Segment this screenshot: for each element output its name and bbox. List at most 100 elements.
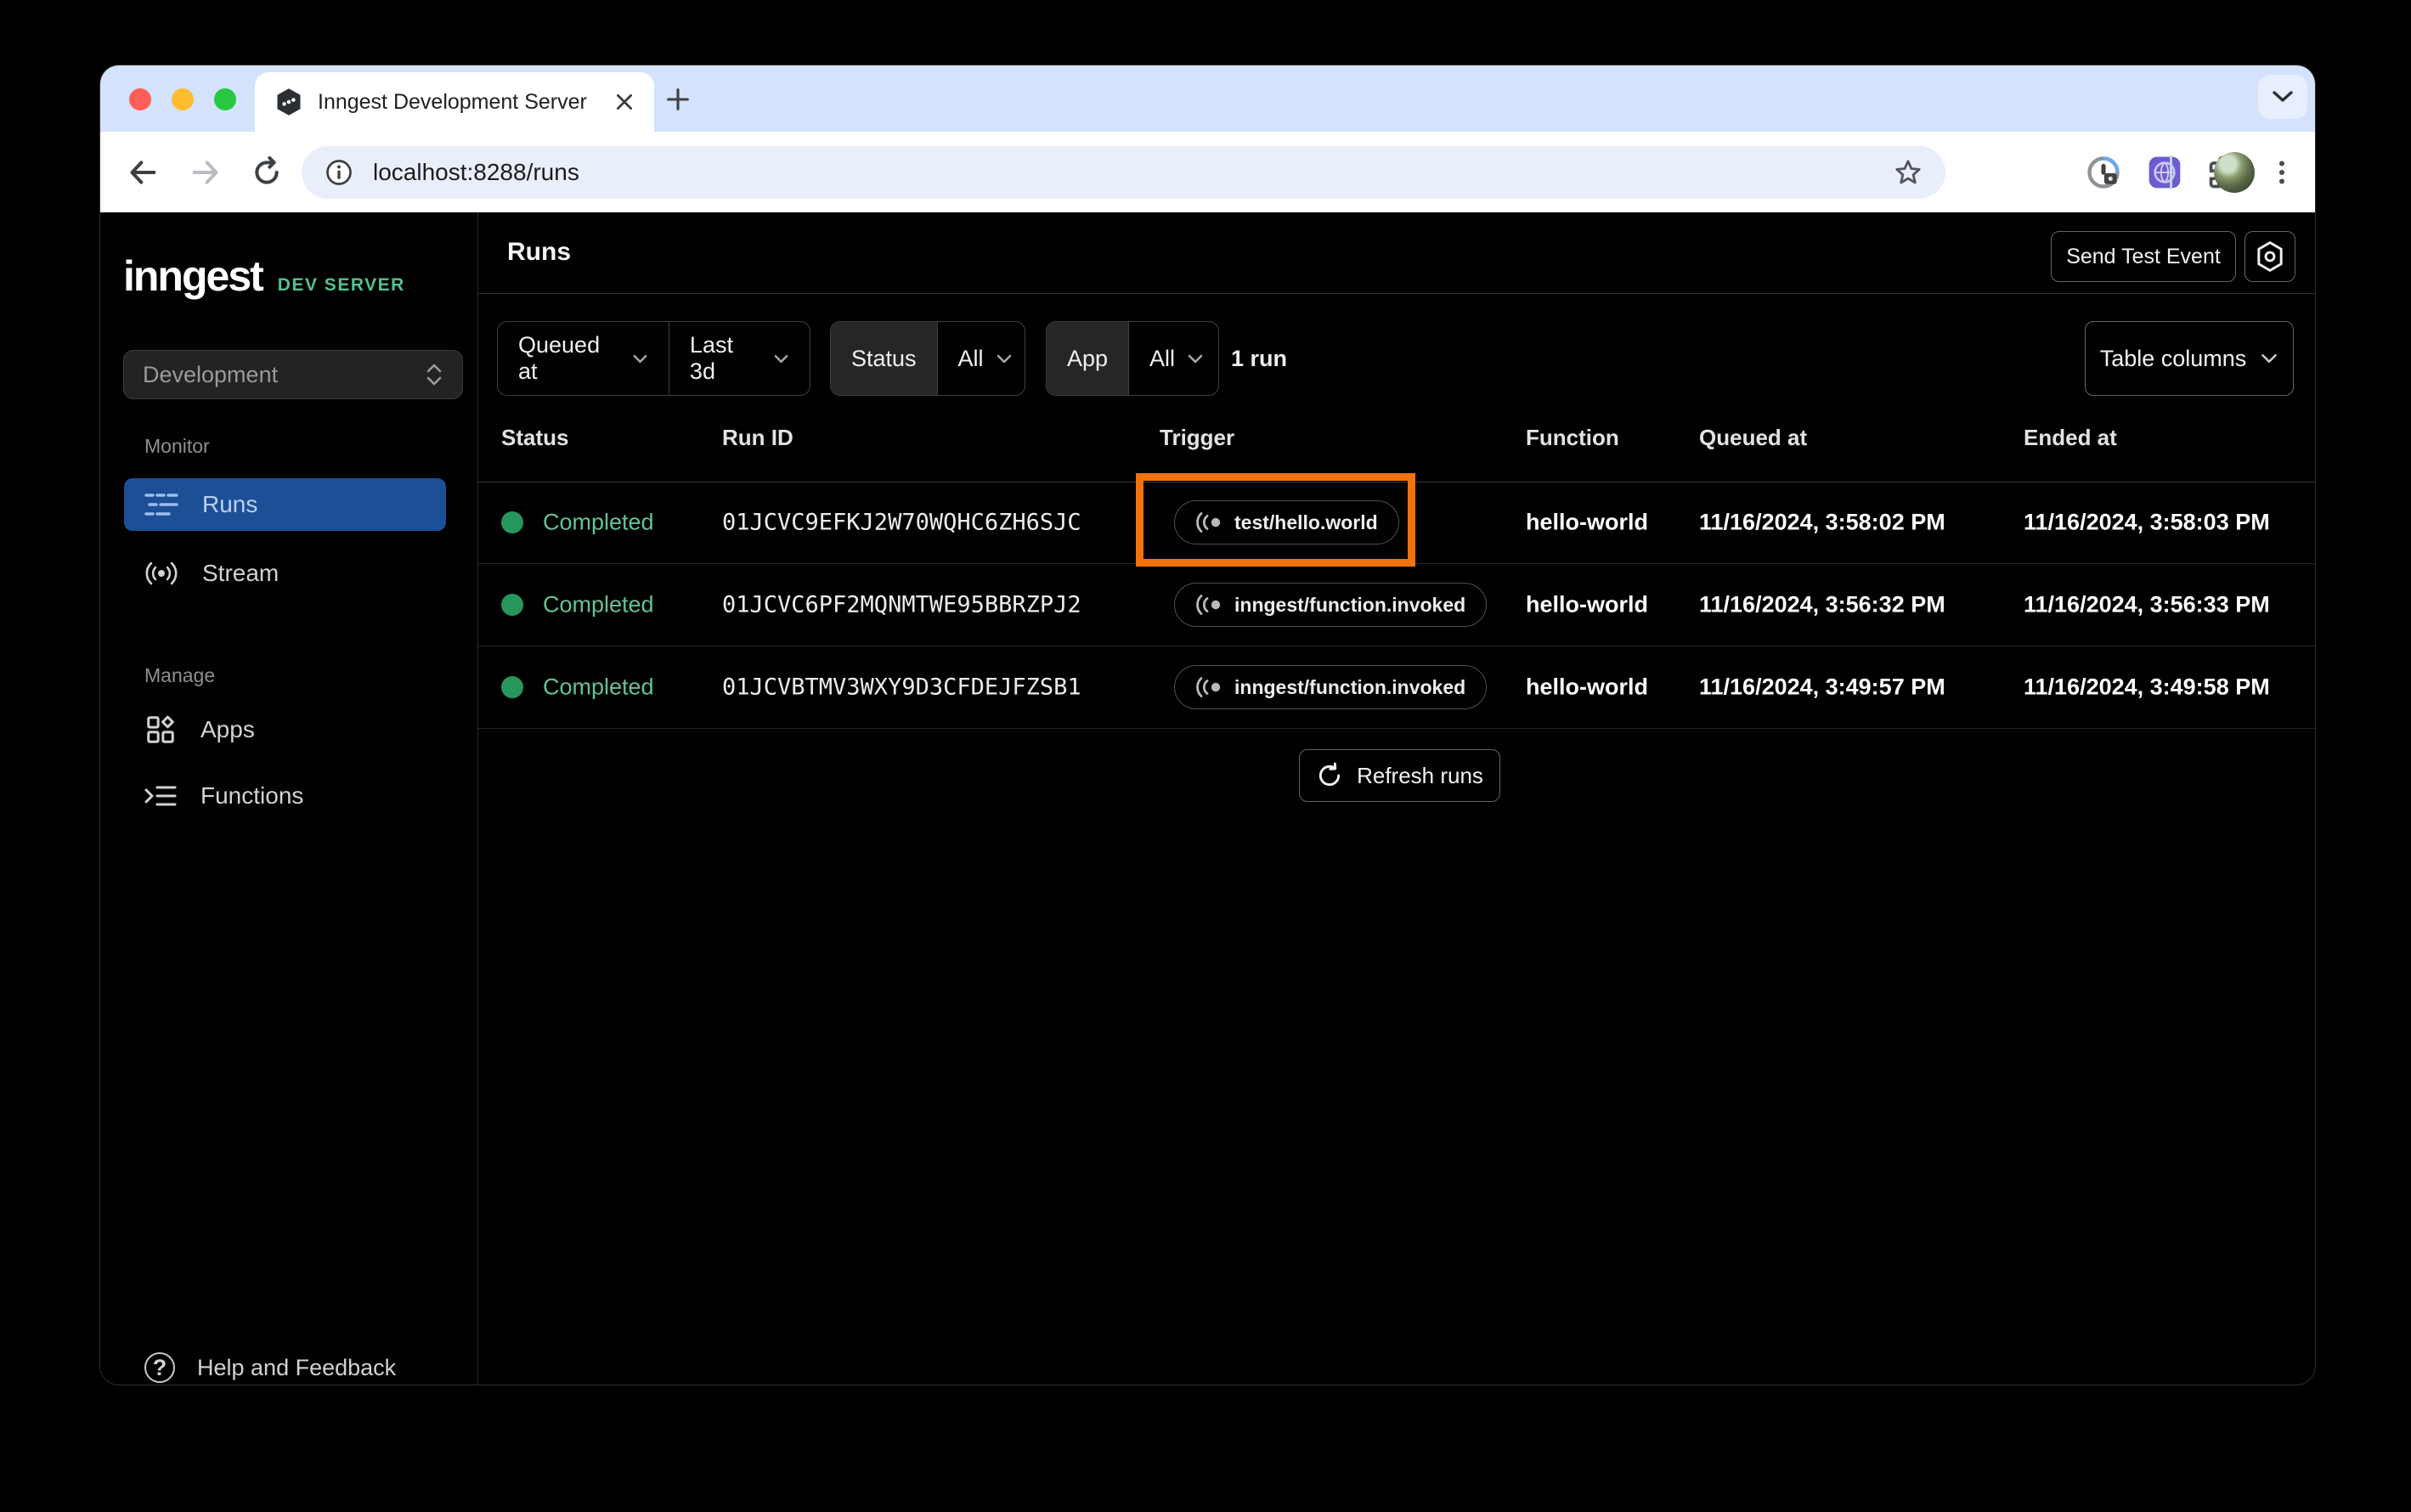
- ended-at: 11/16/2024, 3:56:33 PM: [2024, 591, 2270, 618]
- refresh-runs-label: Refresh runs: [1357, 762, 1483, 788]
- col-header-status[interactable]: Status: [501, 425, 568, 451]
- run-id: 01JCVBTMV3WXY9D3CFDEJFZSB1: [722, 674, 1081, 701]
- table-columns-button[interactable]: Table columns: [2085, 321, 2294, 396]
- send-test-event-label: Send Test Event: [2066, 244, 2221, 268]
- inngest-app: inngest DEV SERVER Development Monitor R…: [100, 212, 2315, 1385]
- chevron-down-icon: [997, 354, 1011, 363]
- traffic-light-close[interactable]: [129, 88, 151, 110]
- sidebar-item-functions[interactable]: Functions: [124, 770, 446, 822]
- trigger-name: inngest/function.invoked: [1234, 675, 1466, 698]
- tab-title: Inngest Development Server: [318, 89, 587, 114]
- back-button[interactable]: [116, 132, 170, 212]
- reload-button[interactable]: [240, 132, 294, 212]
- col-header-trigger[interactable]: Trigger: [1160, 425, 1234, 451]
- sidebar-item-label: Apps: [200, 716, 255, 742]
- inngest-favicon: [277, 88, 301, 116]
- event-icon: [1196, 677, 1221, 697]
- app-filter-label: App: [1047, 322, 1129, 395]
- trigger-pill[interactable]: inngest/function.invoked: [1174, 665, 1488, 709]
- run-id: 01JCVC6PF2MQNMTWE95BBRZPJ2: [722, 591, 1081, 618]
- status-filter-value[interactable]: All: [936, 322, 1025, 395]
- sidebar-item-apps[interactable]: Apps: [124, 703, 446, 756]
- refresh-runs-button[interactable]: Refresh runs: [1299, 749, 1500, 802]
- apps-icon: [147, 715, 174, 743]
- environment-value: Development: [143, 361, 279, 387]
- trigger-name: inngest/function.invoked: [1234, 593, 1466, 616]
- status-filter[interactable]: Status All: [830, 321, 1025, 396]
- sidebar-item-label: Functions: [200, 782, 304, 809]
- manage-section-label: Manage: [144, 664, 216, 686]
- event-icon: [1196, 512, 1221, 533]
- gear-icon: [2257, 241, 2283, 272]
- chevron-down-icon: [2261, 353, 2278, 364]
- status-dot: [501, 594, 523, 616]
- new-tab-button[interactable]: [659, 81, 697, 118]
- help-icon: ?: [144, 1352, 175, 1383]
- status-text: Completed: [543, 591, 654, 618]
- sidebar-item-label: Stream: [202, 560, 279, 586]
- forward-button[interactable]: [178, 132, 233, 212]
- table-row[interactable]: Completed 01JCVC6PF2MQNMTWE95BBRZPJ2 inn…: [478, 564, 2315, 646]
- queued-at: 11/16/2024, 3:49:57 PM: [1699, 674, 1945, 700]
- queued-at: 11/16/2024, 3:58:02 PM: [1699, 509, 1945, 535]
- site-info-icon[interactable]: [324, 157, 354, 188]
- app-filter[interactable]: App All: [1046, 321, 1219, 396]
- browser-toolbar: localhost:8288/runs: [100, 132, 2315, 212]
- page-title: Runs: [507, 238, 571, 266]
- address-bar[interactable]: localhost:8288/runs: [302, 146, 1945, 199]
- col-header-queued-at[interactable]: Queued at: [1699, 425, 1807, 451]
- password-manager-extension-icon[interactable]: [2076, 132, 2131, 212]
- help-and-feedback[interactable]: ? Help and Feedback: [124, 1340, 447, 1385]
- col-header-ended-at[interactable]: Ended at: [2024, 425, 2117, 451]
- functions-icon: [144, 786, 177, 806]
- ended-at: 11/16/2024, 3:58:03 PM: [2024, 509, 2270, 535]
- function-name: hello-world: [1526, 674, 1648, 700]
- app-filter-value[interactable]: All: [1128, 322, 1218, 395]
- browser-tab[interactable]: Inngest Development Server: [255, 72, 654, 132]
- sidebar-item-stream[interactable]: Stream: [124, 547, 446, 600]
- environment-selector[interactable]: Development: [123, 350, 463, 399]
- chevron-down-icon: [633, 354, 647, 363]
- send-test-event-button[interactable]: Send Test Event: [2051, 231, 2236, 282]
- updown-chevron-icon: [426, 364, 442, 386]
- stream-icon: [145, 561, 178, 585]
- traffic-light-minimize[interactable]: [172, 88, 194, 110]
- time-field-segment[interactable]: Queued at: [498, 322, 669, 395]
- trigger-pill[interactable]: test/hello.world: [1174, 500, 1399, 544]
- chevron-down-icon: [1188, 354, 1203, 363]
- col-header-function[interactable]: Function: [1526, 425, 1619, 451]
- col-header-run-id[interactable]: Run ID: [722, 425, 793, 451]
- traffic-light-zoom[interactable]: [214, 88, 236, 110]
- table-columns-label: Table columns: [2099, 345, 2247, 371]
- sidebar-item-runs[interactable]: Runs: [124, 478, 446, 531]
- table-row[interactable]: Completed 01JCVBTMV3WXY9D3CFDEJFZSB1 inn…: [478, 646, 2315, 729]
- time-range-segment[interactable]: Last 3d: [668, 322, 810, 395]
- time-range-value: Last 3d: [689, 332, 733, 384]
- refresh-icon: [1319, 762, 1341, 787]
- settings-button[interactable]: [2244, 231, 2295, 282]
- monitor-section-label: Monitor: [144, 435, 210, 457]
- browser-menu-button[interactable]: [2255, 132, 2309, 212]
- dev-server-badge: DEV SERVER: [277, 275, 405, 295]
- trigger-name: test/hello.world: [1234, 511, 1378, 533]
- tab-strip: Inngest Development Server: [100, 65, 2315, 132]
- status-dot: [501, 676, 523, 698]
- trigger-pill[interactable]: inngest/function.invoked: [1174, 583, 1488, 627]
- sidebar: inngest DEV SERVER Development Monitor R…: [100, 212, 478, 1385]
- status-text: Completed: [543, 674, 654, 700]
- run-id: 01JCVC9EFKJ2W70WQHC6ZH6SJC: [722, 509, 1081, 536]
- sidebar-item-label: Runs: [202, 491, 258, 517]
- bookmark-star-icon[interactable]: [1893, 157, 1923, 188]
- time-field-filter[interactable]: Queued at Last 3d: [497, 321, 810, 396]
- tab-search-button[interactable]: [2258, 75, 2307, 119]
- chevron-down-icon: [774, 354, 788, 363]
- table-row[interactable]: Completed 01JCVC9EFKJ2W70WQHC6ZH6SJC tes…: [478, 482, 2315, 564]
- tab-close-icon[interactable]: [613, 91, 635, 113]
- browser-window: Inngest Development Server localhost:828…: [100, 65, 2315, 1385]
- status-filter-label: Status: [831, 322, 937, 395]
- status-text: Completed: [543, 509, 654, 535]
- function-name: hello-world: [1526, 591, 1648, 618]
- chevron-down-icon: [2273, 91, 2293, 102]
- web-extension-icon[interactable]: [2137, 132, 2192, 212]
- header-divider: [478, 293, 2315, 294]
